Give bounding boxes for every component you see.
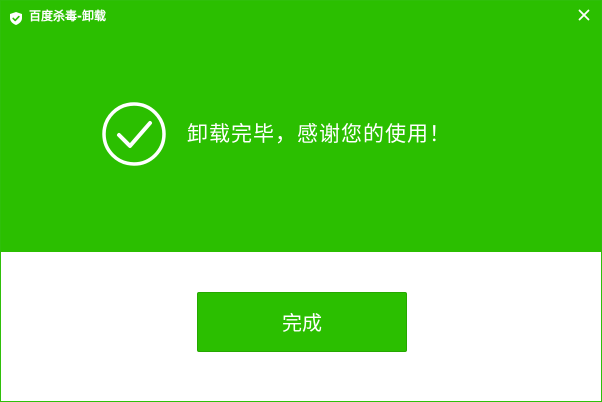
finish-button[interactable]: 完成	[197, 292, 407, 352]
window-title: 百度杀毒-卸载	[29, 9, 106, 23]
close-icon[interactable]	[575, 6, 593, 24]
shield-icon	[10, 10, 22, 25]
uninstall-window: 百度杀毒-卸载 卸载完毕，感谢您的使用！ 完成	[0, 0, 602, 402]
header-banner: 百度杀毒-卸载 卸载完毕，感谢您的使用！	[1, 1, 601, 252]
completion-message: 卸载完毕，感谢您的使用！	[187, 122, 451, 146]
title-bar[interactable]: 百度杀毒-卸载	[1, 1, 601, 31]
checkmark-circle-icon	[101, 101, 167, 167]
